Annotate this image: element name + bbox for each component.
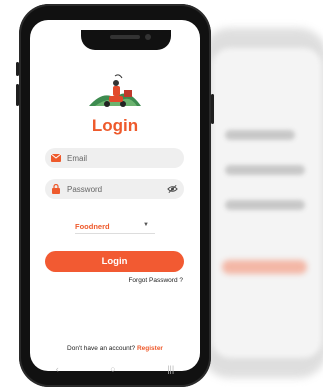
- side-button: [16, 84, 19, 106]
- blur-button: [222, 260, 307, 274]
- email-input[interactable]: [67, 153, 167, 163]
- page-title: Login: [91, 116, 139, 135]
- forgot-password-link[interactable]: Forgot Password ?: [128, 277, 183, 284]
- phone-notch: [81, 30, 171, 50]
- side-button: [16, 62, 19, 76]
- password-input[interactable]: [67, 184, 167, 194]
- register-prompt: Don't have an account? Register: [30, 345, 200, 352]
- envelope-icon: [51, 153, 61, 163]
- app-screen: Login Email Foodnerd ▼ Login Forgot Pass…: [30, 20, 200, 371]
- home-nav-icon[interactable]: ○: [110, 364, 115, 374]
- phone-frame: Login Email Foodnerd ▼ Login Forgot Pass…: [16, 4, 214, 387]
- role-select-value: Foodnerd: [75, 221, 110, 231]
- register-link[interactable]: Register: [137, 345, 163, 352]
- blur-line: [225, 165, 305, 175]
- speaker-grille: [110, 35, 140, 39]
- email-field[interactable]: [45, 148, 184, 168]
- eye-off-icon[interactable]: [167, 184, 178, 194]
- password-field[interactable]: [45, 179, 184, 199]
- recent-apps-icon[interactable]: |||: [167, 364, 174, 374]
- back-nav-icon[interactable]: ‹: [56, 364, 59, 374]
- chevron-down-icon: ▼: [143, 222, 149, 228]
- blur-line: [225, 130, 295, 140]
- front-camera: [145, 34, 151, 40]
- login-button[interactable]: Login: [45, 251, 184, 272]
- side-button: [211, 94, 214, 124]
- blur-line: [225, 200, 305, 210]
- no-account-text: Don't have an account?: [67, 345, 136, 352]
- delivery-logo-icon: [89, 74, 141, 107]
- android-navbar: ‹ ○ |||: [30, 359, 200, 379]
- lock-icon: [51, 184, 61, 194]
- role-select[interactable]: Foodnerd ▼: [75, 219, 155, 234]
